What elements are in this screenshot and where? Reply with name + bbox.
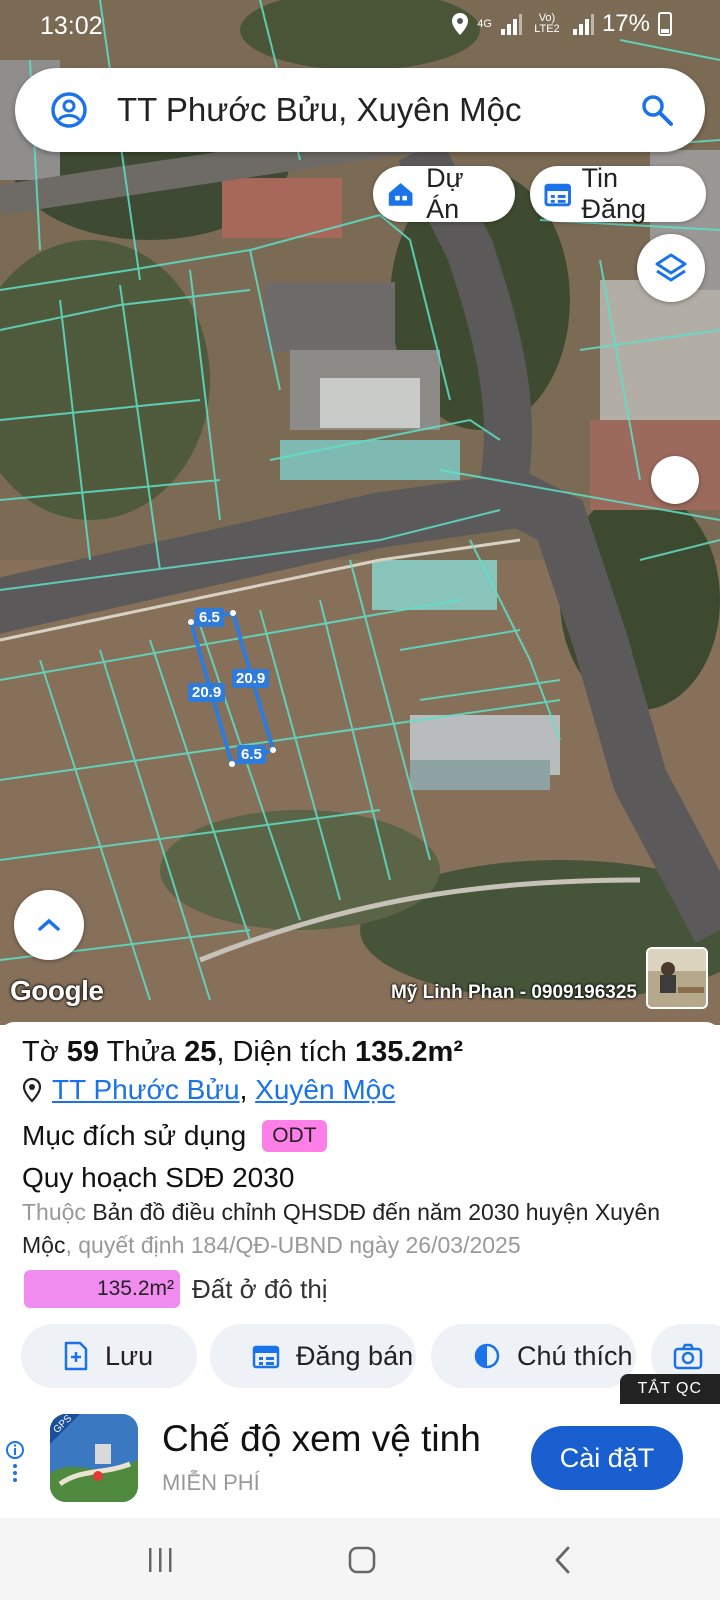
du-an-chip[interactable]: Dự Án [373,163,515,224]
network-volte-label: Vo) LTE2 [534,12,560,35]
location-separator: , [239,1074,248,1105]
land-use-purpose: Mục đích sử dụng ODT [22,1120,327,1152]
purpose-label: Mục đích sử dụng [22,1120,247,1151]
compass-button[interactable] [651,456,699,504]
ad-subtitle: MIỄN PHÍ [162,1470,260,1495]
ad-app-icon[interactable]: GPS [50,1414,138,1502]
layers-icon [655,253,687,282]
tin-dang-chip[interactable]: Tin Đăng [530,163,706,224]
area-type: Đất ở đô thị [192,1273,328,1304]
parcel-info-sheet: Tờ 59 Thửa 25, Diện tích 135.2m² TT Phướ… [0,1022,720,1400]
calendar-icon [252,1345,280,1369]
contrast-icon [474,1343,500,1369]
network-4g-label: 4G [477,17,492,30]
tin-dang-label: Tin Đăng [581,163,647,224]
label-thua: Thửa [106,1036,176,1068]
install-button[interactable]: Cài đặT [531,1426,683,1490]
battery-percent: 17% [601,10,650,37]
save-label: Lưu [105,1340,154,1371]
system-nav-bar [0,1518,720,1600]
status-time: 13:02 [40,12,103,40]
expand-up-button[interactable] [14,890,84,960]
signal-icon [500,14,522,35]
close-ad-button[interactable]: TẮT QC [619,1374,720,1404]
back-icon [555,1546,570,1574]
signal-icon [572,14,594,35]
satellite-imagery [0,0,720,1025]
parcel-location: TT Phước Bửu, Xuyên Mộc [22,1074,395,1106]
satellite-map[interactable]: 6.5 20.9 20.9 6.5 13:02 4G Vo) LTE2 17% [0,0,720,1025]
label-area: Diện tích [232,1036,347,1068]
layers-button[interactable] [637,234,705,302]
legend-button[interactable]: Chú thích [431,1324,636,1388]
camera-add-icon [673,1343,703,1370]
plot-number: 25 [184,1036,217,1068]
google-logo: Google [10,975,104,1006]
plan-title: Quy hoạch SDĐ 2030 [22,1162,295,1193]
search-icon[interactable] [627,80,687,140]
label-to: Tờ [22,1036,59,1068]
land-area-row: 135.2m² Đất ở đô thị [24,1270,328,1308]
purpose-code-badge: ODT [262,1120,327,1152]
parcel-dimension-top: 6.5 [195,608,224,627]
parcel-area: 135.2m² [354,1036,463,1068]
account-circle-icon[interactable] [39,80,99,140]
profile-thumbnail[interactable] [646,947,708,1009]
battery-icon [658,12,672,36]
chevron-up-icon [38,918,60,931]
parcel-dimension-bottom: 6.5 [237,745,266,764]
plan-description: Thuộc Bản đồ điều chỉnh QHSDĐ đến năm 20… [22,1196,702,1262]
legend-label: Chú thích [517,1340,633,1371]
location-pin-icon [452,13,469,35]
parcel-dimension-right: 20.9 [232,669,270,688]
post-sale-button[interactable]: Đăng bán [210,1324,416,1388]
home-icon [348,1546,376,1574]
building-icon [388,183,413,206]
calendar-icon [544,183,571,207]
back-button[interactable] [538,1540,588,1580]
location-district-link[interactable]: Xuyên Mộc [255,1074,395,1105]
location-town-link[interactable]: TT Phước Bửu [52,1074,240,1105]
du-an-label: Dự Án [426,163,464,224]
save-button[interactable]: Lưu [21,1324,197,1388]
plan-decision: , quyết định 184/QĐ-UBND ngày 26/03/2025 [65,1232,521,1258]
area-bar: 135.2m² [24,1270,180,1308]
status-bar: 13:02 4G Vo) LTE2 17% [0,0,720,56]
recent-apps-button[interactable] [136,1540,186,1580]
parcel-dimension-left: 20.9 [188,683,226,702]
parcel-title: Tờ 59 Thửa 25, Diện tích 135.2m² [22,1036,463,1068]
ad-info-icon[interactable] [4,1440,26,1486]
map-credit: Mỹ Linh Phan - 0909196325 [390,982,637,1003]
action-buttons: Lưu Đăng bán Chú thích C [0,1324,720,1390]
search-bar[interactable]: TT Phước Bửu, Xuyên Mộc [15,68,705,152]
add-document-icon [64,1341,88,1371]
plan-prefix: Thuộc [22,1199,86,1225]
home-button[interactable] [337,1540,387,1580]
ad-title[interactable]: Chế độ xem vệ tinh [162,1418,481,1460]
sheet-number: 59 [66,1036,100,1068]
search-query[interactable]: TT Phước Bửu, Xuyên Mộc [117,91,627,129]
post-sale-label: Đăng bán [296,1340,414,1371]
ad-banner[interactable]: TẮT QC GPS Chế độ xem vệ tinh MIỄN PHÍ C… [0,1374,720,1518]
recent-apps-icon [149,1548,172,1572]
location-pin-icon [22,1077,42,1103]
